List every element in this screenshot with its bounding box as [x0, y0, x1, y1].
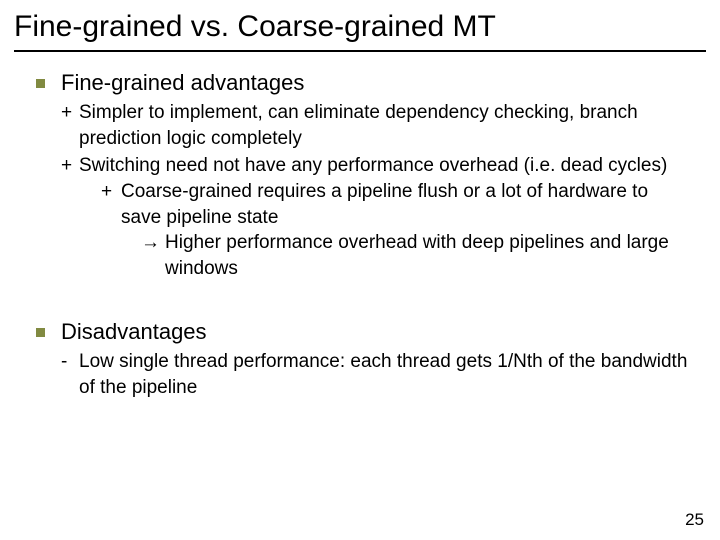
plus-icon: + — [101, 179, 121, 284]
slide-title: Fine-grained vs. Coarse-grained MT — [0, 0, 720, 50]
section-disadvantages-header: Disadvantages — [36, 319, 692, 345]
advantages-list: + Simpler to implement, can eliminate de… — [36, 100, 692, 285]
plus-icon: + — [61, 153, 79, 285]
section-label: Fine-grained advantages — [61, 70, 304, 96]
item-text-inner: Coarse-grained requires a pipeline flush… — [121, 181, 648, 228]
section-label: Disadvantages — [61, 319, 207, 345]
plus-icon: + — [61, 100, 79, 151]
item-text: Low single thread performance: each thre… — [79, 349, 692, 400]
list-item: - Low single thread performance: each th… — [61, 349, 692, 400]
item-text: Coarse-grained requires a pipeline flush… — [121, 179, 692, 284]
section-advantages-header: Fine-grained advantages — [36, 70, 692, 96]
arrow-right-icon: → — [141, 230, 165, 281]
square-bullet-icon — [36, 328, 45, 337]
item-text: Simpler to implement, can eliminate depe… — [79, 100, 692, 151]
spacer — [36, 287, 692, 319]
list-item: + Simpler to implement, can eliminate de… — [61, 100, 692, 151]
list-item: → Higher performance overhead with deep … — [141, 230, 692, 281]
item-text: Switching need not have any performance … — [79, 153, 692, 285]
slide-body: Fine-grained advantages + Simpler to imp… — [0, 52, 720, 401]
disadvantages-list: - Low single thread performance: each th… — [36, 349, 692, 400]
item-text-inner: Switching need not have any performance … — [79, 155, 667, 176]
sub-list: + Coarse-grained requires a pipeline flu… — [79, 179, 692, 284]
page-number: 25 — [685, 510, 704, 530]
item-text: Higher performance overhead with deep pi… — [165, 230, 692, 281]
square-bullet-icon — [36, 79, 45, 88]
sub-sub-list: → Higher performance overhead with deep … — [121, 230, 692, 281]
slide: Fine-grained vs. Coarse-grained MT Fine-… — [0, 0, 720, 540]
list-item: + Switching need not have any performanc… — [61, 153, 692, 285]
minus-icon: - — [61, 349, 79, 400]
list-item: + Coarse-grained requires a pipeline flu… — [101, 179, 692, 284]
